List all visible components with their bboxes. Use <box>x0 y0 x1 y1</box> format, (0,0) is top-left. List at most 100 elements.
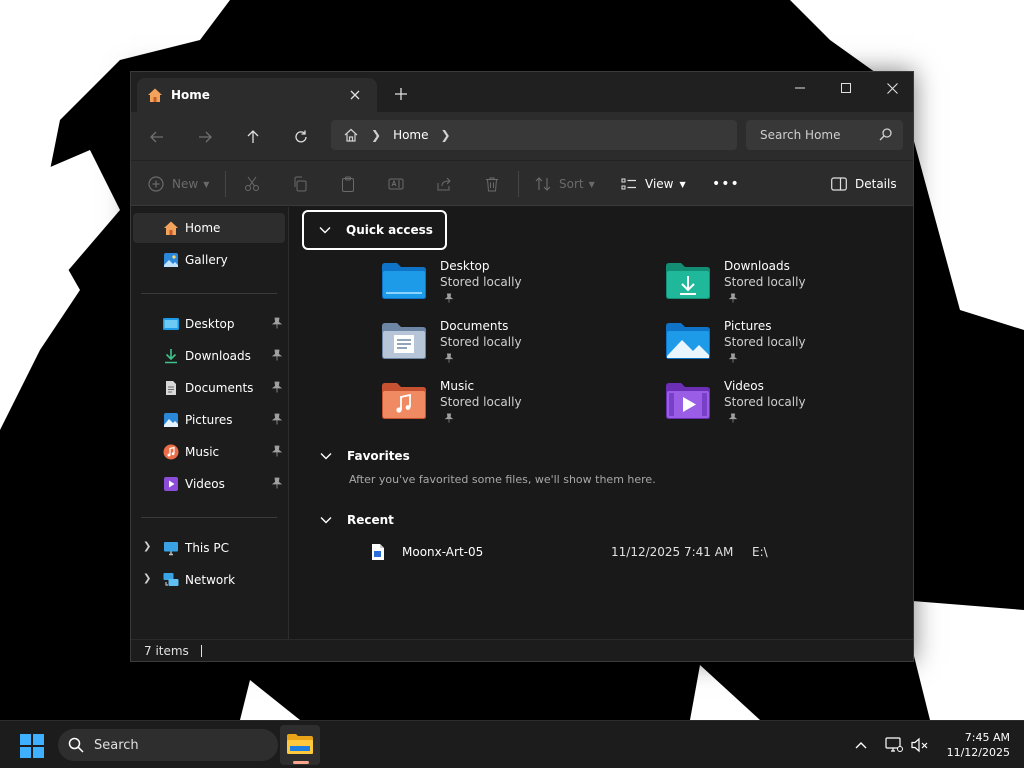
favorites-header[interactable]: Favorites <box>319 446 410 466</box>
clipboard-icon <box>342 176 354 192</box>
sidebar-item-this-pc[interactable]: ❯ This PC <box>133 533 285 563</box>
quick-access-header[interactable]: Quick access <box>302 210 447 250</box>
sidebar-item-label: This PC <box>185 541 229 555</box>
breadcrumb-home[interactable]: Home <box>393 128 428 142</box>
recent-file-name: Moonx-Art-05 <box>402 545 484 559</box>
command-bar: New ▼ Sort ▼ View ▼ ••• Details <box>131 160 913 206</box>
forward-button[interactable] <box>192 124 218 150</box>
sidebar-item-network[interactable]: ❯ Network <box>133 565 285 595</box>
network-tray-button[interactable] <box>884 735 904 755</box>
sidebar-divider <box>141 517 277 518</box>
home-outline-icon <box>344 128 358 142</box>
sidebar-item-label: Videos <box>185 477 225 491</box>
title-bar: Home <box>131 72 913 112</box>
taskbar-search-placeholder: Search <box>94 737 139 753</box>
quick-access-folder-downloads[interactable]: Downloads Stored locally <box>666 259 906 311</box>
minimize-button[interactable] <box>777 74 823 102</box>
sort-button[interactable]: Sort ▼ <box>535 173 595 195</box>
sidebar-item-pictures[interactable]: Pictures <box>133 405 285 435</box>
taskbar-clock[interactable]: 7:45 AM 11/12/2025 <box>940 730 1010 760</box>
music-icon <box>163 444 179 460</box>
close-window-button[interactable] <box>869 74 915 102</box>
ethernet-icon <box>885 737 903 752</box>
chevron-up-icon <box>855 742 867 749</box>
sort-label: Sort <box>559 177 584 191</box>
status-bar: 7 items <box>131 639 913 661</box>
details-button[interactable]: Details <box>831 173 897 195</box>
quick-access-folder-desktop[interactable]: Desktop Stored locally <box>382 259 622 311</box>
refresh-button[interactable] <box>288 124 314 150</box>
rename-button[interactable] <box>388 173 404 195</box>
cut-button[interactable] <box>244 173 260 195</box>
new-button[interactable]: New ▼ <box>148 173 209 195</box>
recent-header[interactable]: Recent <box>319 510 394 530</box>
sidebar-item-label: Gallery <box>185 253 228 267</box>
folder-name: Music <box>440 379 475 393</box>
navigation-bar: ❯ Home ❯ Search Home <box>131 112 913 160</box>
chevron-right-icon[interactable]: ❯ <box>143 573 153 587</box>
tray-overflow-button[interactable] <box>851 735 871 755</box>
quick-access-folder-music[interactable]: Music Stored locally <box>382 379 622 431</box>
back-button[interactable] <box>144 124 170 150</box>
sidebar-item-videos[interactable]: Videos <box>133 469 285 499</box>
sidebar-item-documents[interactable]: Documents <box>133 373 285 403</box>
quick-access-folder-pictures[interactable]: Pictures Stored locally <box>666 319 906 371</box>
chevron-down-icon <box>319 227 331 234</box>
pin-icon <box>444 353 454 363</box>
quick-access-folder-videos[interactable]: Videos Stored locally <box>666 379 906 431</box>
quick-access-folder-documents[interactable]: Documents Stored locally <box>382 319 622 371</box>
more-options-button[interactable]: ••• <box>712 173 740 195</box>
new-label: New <box>172 177 199 191</box>
file-explorer-icon <box>287 734 313 754</box>
this-pc-icon <box>164 542 178 556</box>
sidebar-item-home[interactable]: Home <box>133 213 285 243</box>
pictures-folder-icon <box>666 323 710 359</box>
search-input[interactable]: Search Home <box>746 120 903 150</box>
chevron-down-icon: ▼ <box>203 179 210 189</box>
close-icon <box>350 90 360 100</box>
pin-icon <box>444 293 454 303</box>
chevron-right-icon: ❯ <box>371 128 382 142</box>
chevron-right-icon[interactable]: ❯ <box>143 541 153 555</box>
item-count: 7 items <box>144 643 189 658</box>
navigation-pane: Home Gallery Desktop Downloads Documents… <box>131 207 289 639</box>
sidebar-item-downloads[interactable]: Downloads <box>133 341 285 371</box>
home-icon <box>148 88 162 102</box>
tab-close-button[interactable] <box>345 85 365 105</box>
maximize-button[interactable] <box>823 74 869 102</box>
delete-button[interactable] <box>484 173 500 195</box>
pin-icon <box>444 413 454 423</box>
start-windows-icon[interactable] <box>20 734 44 758</box>
sidebar-item-desktop[interactable]: Desktop <box>133 309 285 339</box>
share-button[interactable] <box>436 173 452 195</box>
folder-status: Stored locally <box>440 275 522 289</box>
desktop-folder-icon <box>382 263 426 299</box>
sidebar-item-label: Network <box>185 573 236 587</box>
paste-button[interactable] <box>340 173 356 195</box>
view-label: View <box>645 177 674 191</box>
music-folder-icon <box>382 383 426 419</box>
pin-icon <box>728 353 738 363</box>
address-bar[interactable]: ❯ Home ❯ <box>331 120 737 150</box>
up-button[interactable] <box>240 124 266 150</box>
rename-icon <box>388 178 404 190</box>
taskbar-search-input[interactable]: Search <box>58 729 278 761</box>
taskbar-app-file-explorer[interactable] <box>280 725 320 765</box>
sidebar-item-gallery[interactable]: Gallery <box>133 245 285 275</box>
new-tab-button[interactable] <box>391 84 411 104</box>
toolbar-divider <box>518 171 519 197</box>
volume-tray-button[interactable] <box>910 735 930 755</box>
chevron-down-icon <box>320 517 332 524</box>
network-icon <box>163 573 179 586</box>
sidebar-item-label: Music <box>185 445 220 459</box>
copy-button[interactable] <box>292 173 308 195</box>
view-button[interactable]: View ▼ <box>621 173 686 195</box>
recent-file-row[interactable]: Moonx-Art-05 11/12/2025 7:41 AM E:\ <box>370 543 790 563</box>
sidebar-item-label: Pictures <box>185 413 233 427</box>
sidebar-item-music[interactable]: Music <box>133 437 285 467</box>
folder-status: Stored locally <box>440 395 522 409</box>
tab-home[interactable]: Home <box>137 78 377 112</box>
chevron-right-icon[interactable]: ❯ <box>441 128 451 142</box>
sort-icon <box>535 177 551 191</box>
search-placeholder: Search Home <box>760 128 841 142</box>
